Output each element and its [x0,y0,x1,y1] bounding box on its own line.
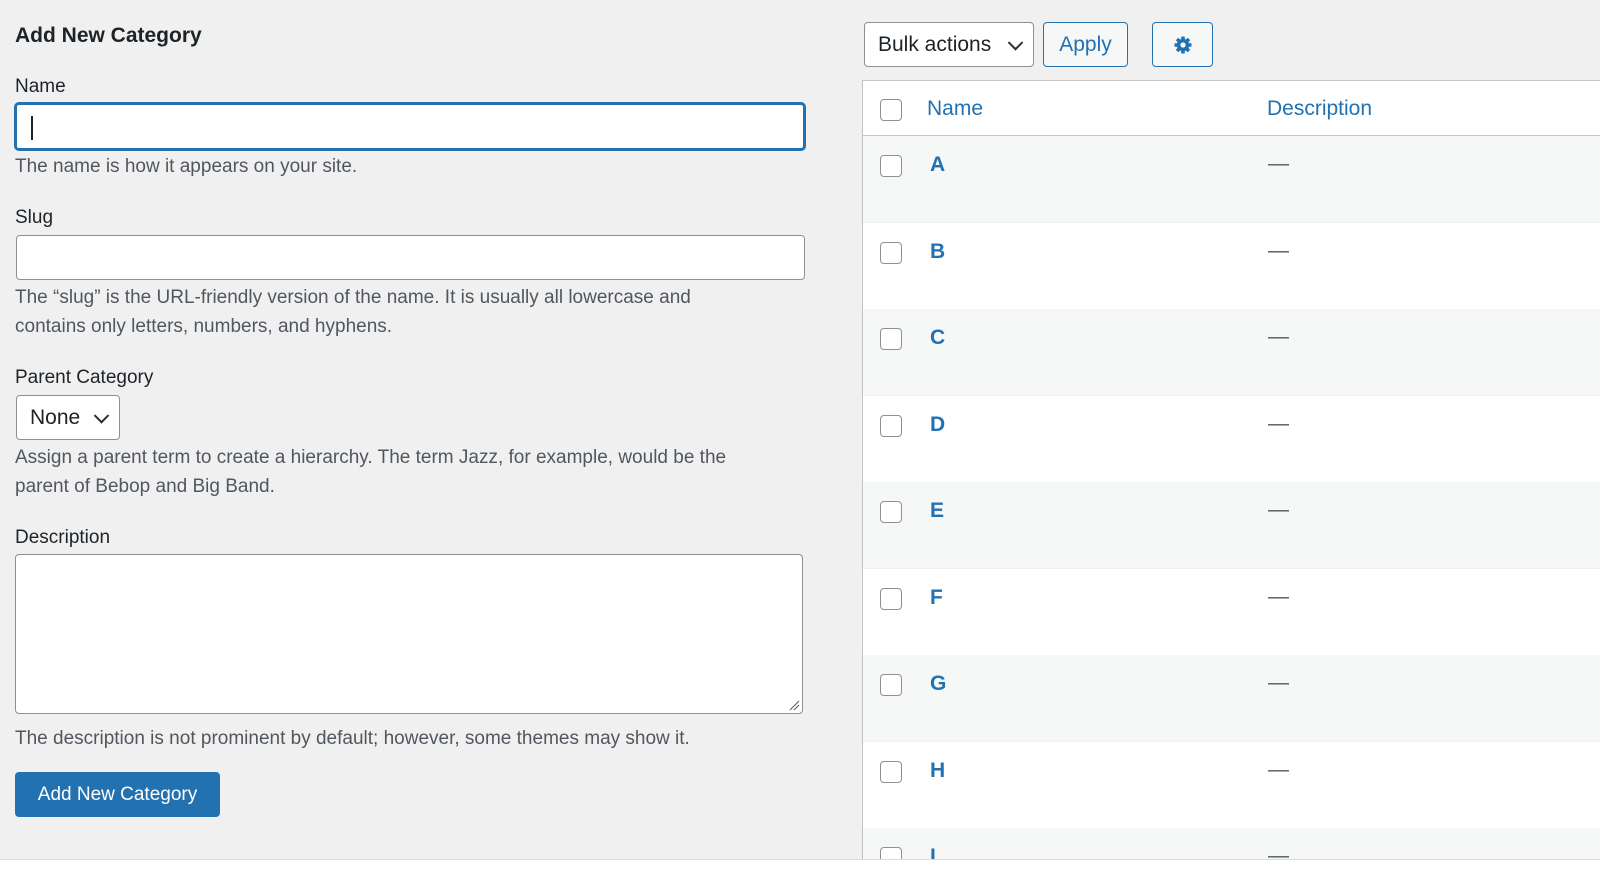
description-textarea[interactable] [15,554,803,714]
slug-help-line-2: contains only letters, numbers, and hyph… [15,316,393,337]
table-row: G — [863,655,1600,741]
parent-help-line-2: parent of Bebop and Big Band. [15,476,275,497]
category-name-link[interactable]: I [930,845,936,860]
category-description: — [1268,671,1289,694]
row-checkbox[interactable] [880,587,902,610]
text-caret [31,116,33,140]
name-label: Name [15,76,66,97]
footer-area [0,860,1600,891]
form-title: Add New Category [15,24,202,47]
parent-category-select[interactable]: None [16,395,120,440]
apply-button[interactable]: Apply [1043,22,1128,67]
add-new-category-button[interactable]: Add New Category [15,772,220,817]
categories-table: Name Description A — B — C — D — E — F — G — H — I — [863,80,1600,860]
category-name-link[interactable]: B [930,240,945,264]
category-name-link[interactable]: F [930,586,943,610]
category-name-link[interactable]: D [930,413,945,437]
select-all-checkbox[interactable] [880,99,902,121]
row-checkbox[interactable] [880,760,902,783]
resize-handle-icon[interactable] [788,699,800,711]
chevron-down-icon [93,407,110,424]
table-row: C — [863,309,1600,395]
category-description: — [1268,498,1289,521]
row-checkbox[interactable] [880,155,902,177]
row-checkbox[interactable] [880,674,902,696]
row-checkbox[interactable] [880,414,902,437]
row-checkbox[interactable] [880,501,902,523]
table-row: F — [863,568,1600,655]
bulk-actions-value: Bulk actions [878,32,992,56]
category-description: — [1268,844,1289,860]
category-description: — [1268,584,1289,608]
slug-input[interactable] [16,235,805,280]
table-row: I — [863,828,1600,860]
slug-help-line-1: The “slug” is the URL-friendly version o… [15,287,691,308]
description-help-text: The description is not prominent by defa… [15,728,690,749]
category-name-link[interactable]: C [930,326,945,350]
screen-options-button[interactable] [1152,22,1213,67]
category-description: — [1268,411,1289,435]
table-row: B — [863,222,1600,309]
name-input[interactable] [15,103,805,150]
category-name-link[interactable]: H [930,759,945,783]
row-checkbox[interactable] [880,328,902,350]
table-row: D — [863,395,1600,482]
table-row: A — [863,136,1600,222]
column-header-description[interactable]: Description [1267,97,1372,121]
table-row: H — [863,741,1600,828]
category-description: — [1268,152,1289,175]
parent-category-label: Parent Category [15,367,154,388]
slug-label: Slug [15,207,54,228]
category-name-link[interactable]: E [930,499,944,523]
parent-category-value: None [30,405,81,429]
row-checkbox[interactable] [880,241,902,264]
bulk-actions-select[interactable]: Bulk actions [864,22,1034,67]
gear-icon [1174,36,1191,53]
category-description: — [1268,757,1289,781]
category-description: — [1268,325,1289,348]
parent-help-line-1: Assign a parent term to create a hierarc… [15,447,727,468]
description-label: Description [15,527,111,548]
category-name-link[interactable]: A [930,153,945,177]
chevron-down-icon [1007,34,1024,51]
column-header-name[interactable]: Name [927,97,983,121]
table-row: E — [863,482,1600,568]
table-header: Name Description [863,80,1600,136]
category-name-link[interactable]: G [930,672,946,696]
panel-divider [862,80,863,860]
name-help-text: The name is how it appears on your site. [15,156,358,177]
category-description: — [1268,238,1289,262]
